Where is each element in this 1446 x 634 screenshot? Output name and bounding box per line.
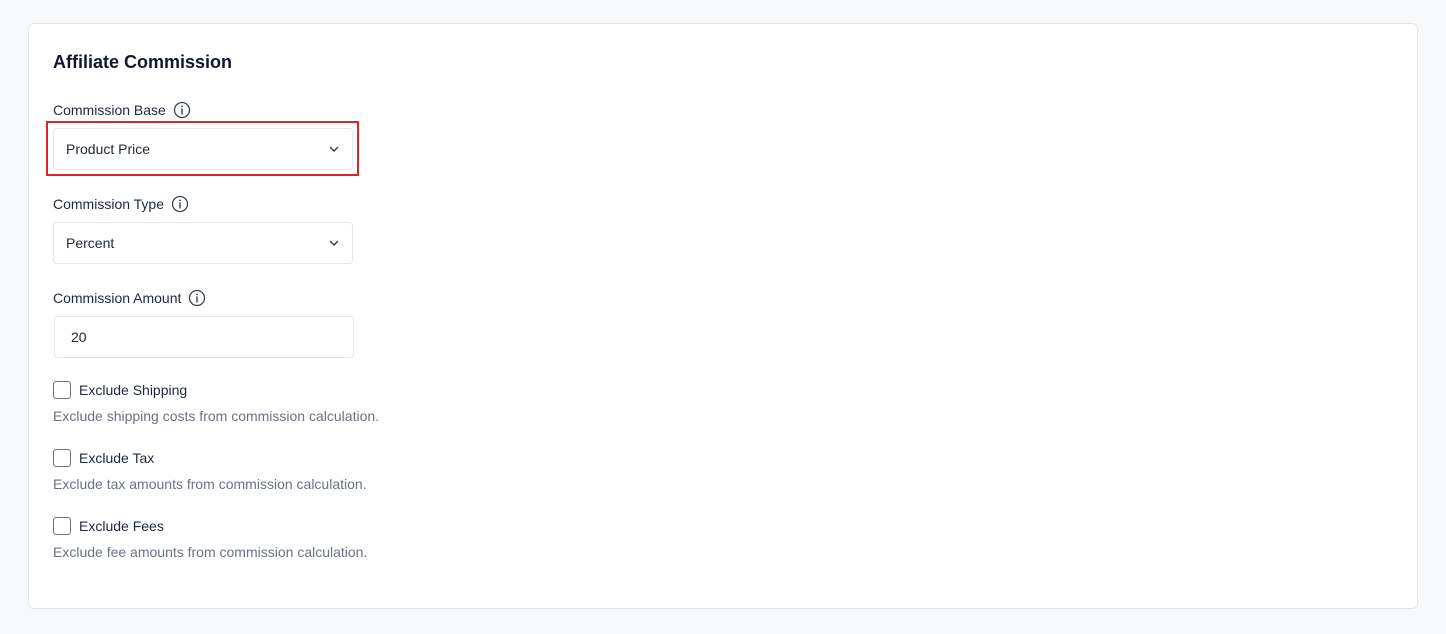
commission-type-select[interactable]: Percent (53, 222, 353, 264)
commission-base-label: Commission Base (53, 102, 166, 118)
exclude-tax-row: Exclude Tax (53, 449, 154, 467)
exclude-shipping-row: Exclude Shipping (53, 381, 187, 399)
affiliate-commission-card: Affiliate Commission Commission Base Pro… (28, 23, 1418, 609)
exclude-fees-row: Exclude Fees (53, 517, 164, 535)
exclude-fees-checkbox[interactable] (53, 517, 71, 535)
commission-type-value: Percent (66, 235, 115, 251)
info-icon[interactable] (173, 101, 191, 119)
commission-type-label-row: Commission Type (53, 195, 189, 213)
exclude-shipping-help: Exclude shipping costs from commission c… (53, 408, 380, 424)
exclude-shipping-label[interactable]: Exclude Shipping (79, 381, 187, 399)
info-icon[interactable] (188, 289, 206, 307)
exclude-fees-help: Exclude fee amounts from commission calc… (53, 544, 368, 560)
commission-amount-label-row: Commission Amount (53, 289, 206, 307)
chevron-down-icon (329, 240, 339, 246)
commission-base-label-row: Commission Base (53, 101, 191, 119)
commission-type-label: Commission Type (53, 196, 165, 212)
exclude-tax-label[interactable]: Exclude Tax (79, 449, 154, 467)
section-title: Affiliate Commission (53, 52, 233, 72)
commission-amount-input[interactable] (54, 316, 354, 358)
info-icon[interactable] (171, 195, 189, 213)
exclude-shipping-checkbox[interactable] (53, 381, 71, 399)
exclude-tax-checkbox[interactable] (53, 449, 71, 467)
commission-base-value: Product Price (66, 141, 151, 157)
commission-amount-label: Commission Amount (53, 290, 182, 306)
chevron-down-icon (329, 146, 339, 152)
exclude-fees-label[interactable]: Exclude Fees (79, 517, 164, 535)
exclude-tax-help: Exclude tax amounts from commission calc… (53, 476, 367, 492)
commission-base-select[interactable]: Product Price (53, 128, 353, 170)
